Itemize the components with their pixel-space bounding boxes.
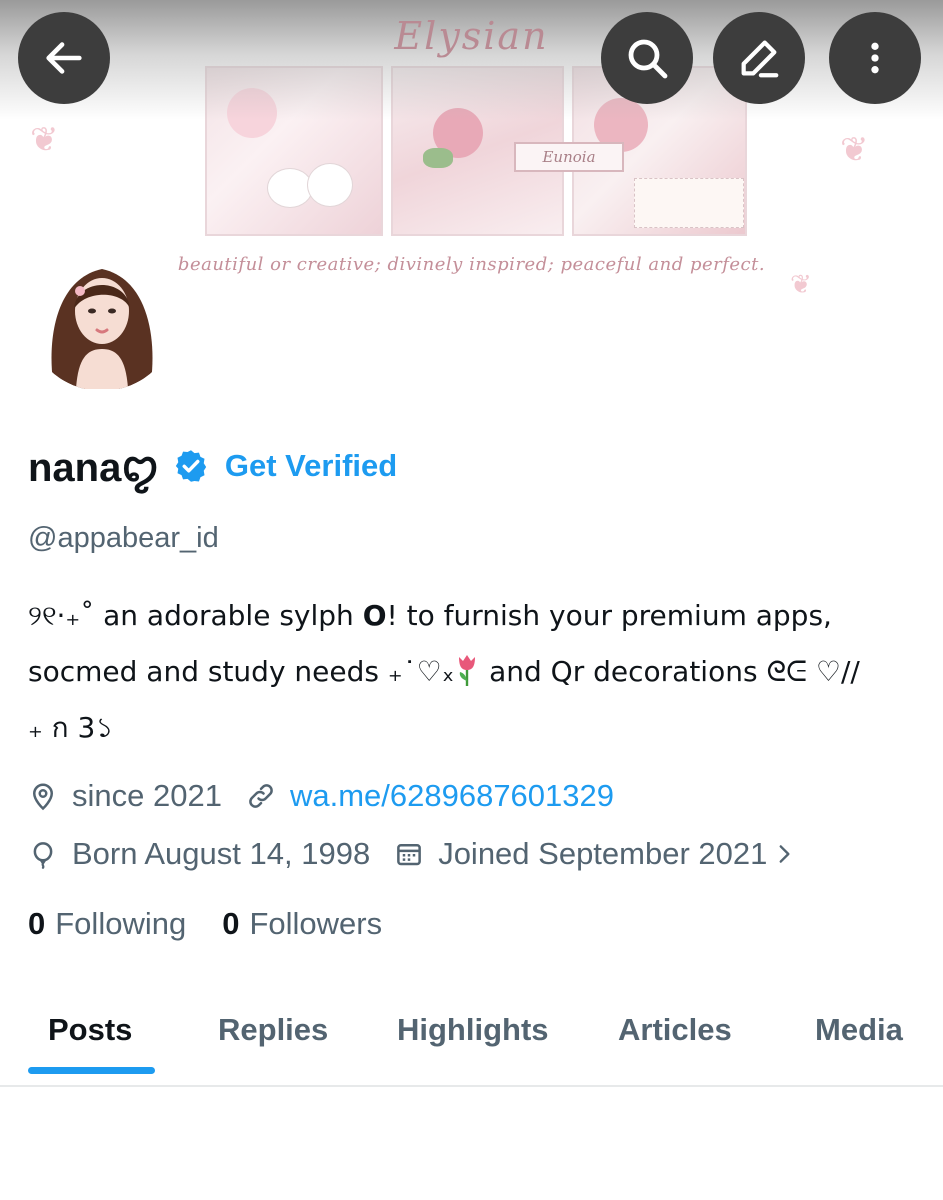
profile-meta-row[interactable]: Born August 14, 1998 Joined September 20…: [28, 836, 821, 872]
bio-line: ୨୧·₊˚ an adorable sylph O! to furnish yo…: [28, 588, 918, 644]
butterfly-decoration-icon: ❦: [840, 130, 869, 170]
bunny-decoration: [307, 163, 353, 207]
more-button[interactable]: [829, 12, 921, 104]
search-button[interactable]: [601, 12, 693, 104]
back-button[interactable]: [18, 12, 110, 104]
profile-bio: ୨୧·₊˚ an adorable sylph O! to furnish yo…: [28, 588, 918, 756]
bio-line: socmed and study needs ₊˙♡ₓ and Qr decor…: [28, 644, 918, 700]
followers-count[interactable]: 0: [222, 906, 239, 942]
pencil-icon: [741, 40, 779, 78]
avatar-image: [26, 239, 178, 391]
tab-highlights[interactable]: Highlights: [397, 1012, 549, 1048]
profile-handle: @appabear_id: [28, 522, 219, 554]
banner-label: Eunoia: [514, 142, 624, 172]
joined-text: Joined September 2021: [438, 836, 768, 871]
location-text: since 2021: [72, 778, 222, 813]
profile-name-row: nanaꨄ Get Verified: [28, 440, 397, 492]
chevron-right-icon[interactable]: [771, 839, 797, 869]
bio-text: and Qr decorations ᘓᕮ ♡//: [480, 655, 860, 688]
profile-tabs: Posts Replies Highlights Articles Media: [0, 990, 943, 1087]
edit-button[interactable]: [713, 12, 805, 104]
avatar[interactable]: [20, 233, 184, 397]
avatar-portrait: [26, 239, 178, 391]
more-vertical-icon: [871, 42, 879, 74]
location-pin-icon: [32, 783, 54, 811]
get-verified-link[interactable]: Get Verified: [225, 448, 397, 484]
bio-text: socmed and study needs ₊˙♡ₓ: [28, 655, 455, 688]
arrow-left-icon: [46, 42, 82, 74]
tab-replies[interactable]: Replies: [218, 1012, 328, 1048]
lace-decoration: [634, 178, 744, 228]
bio-text: O: [362, 599, 387, 632]
followers-label[interactable]: Followers: [249, 906, 382, 942]
link-icon: [249, 784, 273, 808]
bio-line: ₊ ก 3১: [28, 700, 918, 756]
following-label[interactable]: Following: [55, 906, 186, 942]
tab-articles[interactable]: Articles: [618, 1012, 732, 1048]
following-count[interactable]: 0: [28, 906, 45, 942]
tulip-emoji-icon: [459, 655, 476, 686]
bio-text: ୨୧·₊˚ an adorable sylph: [28, 599, 363, 632]
bio-text: ! to furnish your premium apps,: [386, 599, 832, 632]
website-link[interactable]: wa.me/6289687601329: [290, 778, 614, 814]
balloon-icon: [33, 842, 53, 869]
leaf-decoration: [423, 148, 453, 168]
bunny-decoration: [267, 168, 313, 208]
verified-badge-icon[interactable]: [173, 448, 209, 484]
display-name: nanaꨄ: [28, 445, 159, 490]
active-tab-indicator: [28, 1067, 155, 1074]
calendar-icon: [397, 844, 422, 866]
tab-posts[interactable]: Posts: [48, 1012, 132, 1048]
profile-meta-row: since 2021 wa.me/6289687601329: [28, 778, 638, 814]
location-item: since 2021: [28, 778, 222, 814]
joined-item: Joined September 2021: [394, 836, 797, 872]
tab-media[interactable]: Media: [815, 1012, 903, 1048]
birthday-text: Born August 14, 1998: [72, 836, 371, 871]
search-icon: [628, 39, 668, 79]
website-item[interactable]: wa.me/6289687601329: [246, 778, 614, 814]
bio-text: ₊ ก 3১: [28, 711, 114, 744]
butterfly-decoration-icon: ❦: [30, 120, 59, 160]
follow-stats: 0 Following 0 Followers: [28, 906, 418, 942]
birthday-item: Born August 14, 1998: [28, 836, 370, 872]
